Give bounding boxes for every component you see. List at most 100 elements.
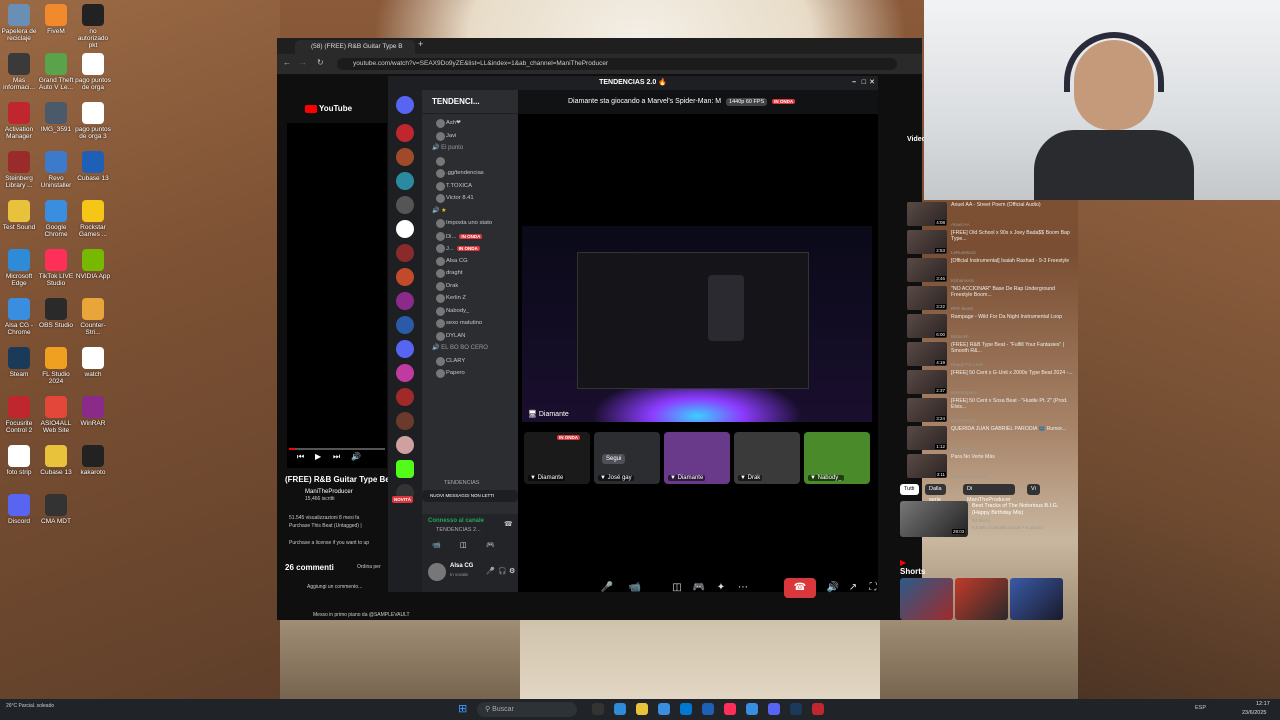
featured-video[interactable]: 28:03 Best Tracks of The Notorious B.I.G…	[900, 501, 1080, 537]
search-box[interactable]: ⚲ Buscar	[477, 702, 577, 717]
voice-user[interactable]: Drak	[422, 281, 518, 292]
explorer-icon[interactable]	[636, 703, 648, 715]
participant-tile[interactable]: ▼ Drak	[734, 432, 800, 484]
desktop-icon[interactable]: Steam	[0, 347, 38, 378]
soundboard-icon[interactable]: ✦	[714, 581, 728, 595]
forward-icon[interactable]: →	[299, 58, 307, 67]
progress-bar[interactable]	[289, 448, 385, 450]
prev-icon[interactable]: ⏮	[297, 452, 304, 462]
desktop-icon[interactable]: Cubase 13	[37, 445, 75, 476]
activity-icon[interactable]: 🎮	[692, 581, 706, 595]
desktop-icon[interactable]: Papelera de reciclaje	[0, 4, 38, 42]
discord-home-icon[interactable]	[396, 96, 414, 114]
voice-user[interactable]: Nabody_	[422, 306, 518, 317]
start-icon[interactable]: ⊞	[458, 702, 467, 715]
desktop-icon[interactable]: ASIO4ALL Web Site	[37, 396, 75, 434]
shared-screen[interactable]	[522, 226, 872, 422]
follow-button[interactable]: Segui	[602, 454, 626, 464]
desktop-icon[interactable]: foto strip	[0, 445, 38, 476]
play-icon[interactable]: ▶	[315, 452, 321, 461]
desktop-icon[interactable]: pago puntos de orga 3	[74, 102, 112, 140]
related-video[interactable]: 2:53 [FREE] Old School x 90s x Joey Bada$…	[907, 230, 1077, 256]
server-icon[interactable]	[396, 292, 414, 310]
youtube-logo[interactable]: YouTube	[305, 104, 352, 113]
related-video[interactable]: 6:00 Rampage - Wild For Da Night Instrume…	[907, 314, 1077, 340]
mic-icon[interactable]: 🎤	[486, 567, 495, 575]
server-icon[interactable]	[396, 172, 414, 190]
back-icon[interactable]: ←	[283, 58, 291, 67]
voice-user[interactable]: .gg/tendencias	[422, 168, 518, 179]
voice-user[interactable]: DYLAN	[422, 331, 518, 342]
activity-icon[interactable]: 🎮	[486, 541, 495, 549]
desktop-icon[interactable]: IMG_3591	[37, 102, 75, 133]
new-tab-icon[interactable]: +	[418, 39, 423, 49]
server-icon[interactable]	[396, 148, 414, 166]
chip-channel[interactable]: Di ManiTheProducer	[963, 484, 1015, 503]
channel-name[interactable]: ManiTheProducer	[305, 489, 353, 495]
short-thumbnail[interactable]	[1010, 578, 1063, 620]
participant-tile[interactable]: ▼ José gay Segui	[594, 432, 660, 484]
participant-tile[interactable]: ▼ Diamante IN ONDA	[524, 432, 590, 484]
voice-user[interactable]: T.TOXICA	[422, 181, 518, 192]
add-comment-input[interactable]: Aggiungi un commento...	[307, 584, 362, 590]
related-video[interactable]: 3:24 [FREE] 50 Cent x Sosa Beat - "Hustle…	[907, 398, 1077, 424]
voice-user[interactable]: Di... IN ONDA	[422, 231, 518, 242]
voice-channel[interactable]: 🔊 EL BO BO CERO	[422, 343, 518, 354]
desktop-icon[interactable]: pago puntos de orga	[74, 53, 112, 91]
voice-user[interactable]: sexo matutino	[422, 318, 518, 329]
voice-user[interactable]: Imposta uno stato	[422, 218, 518, 229]
desktop-icon[interactable]: Activation Manager	[0, 102, 38, 140]
next-icon[interactable]: ⏭	[333, 452, 340, 462]
server-icon[interactable]	[396, 220, 414, 238]
voice-user[interactable]: Kerlin Z	[422, 293, 518, 304]
server-icon[interactable]	[396, 436, 414, 454]
clock-date[interactable]: 23/6/2025	[1242, 710, 1266, 716]
desktop-icon[interactable]: TikTok LIVE Studio	[37, 249, 75, 287]
desktop-icon[interactable]: Discord	[0, 494, 38, 525]
voice-channel[interactable]: 🔊 ★	[422, 206, 518, 217]
desktop-icon[interactable]: Focusrite Control 2	[0, 396, 38, 434]
short-thumbnail[interactable]	[900, 578, 953, 620]
reload-icon[interactable]: ↻	[317, 58, 324, 67]
desktop-icon[interactable]: Microsoft Edge	[0, 249, 38, 287]
desktop-icon[interactable]: FL Studio 2024	[37, 347, 75, 385]
camera-off-icon[interactable]: 📹	[628, 581, 642, 595]
fullscreen-icon[interactable]: ⛶	[866, 581, 880, 595]
tiktok-icon[interactable]	[724, 703, 736, 715]
voice-user[interactable]: J... IN ONDA	[422, 243, 518, 254]
chip-series[interactable]: Dalla serie	[925, 484, 946, 503]
desktop-icon[interactable]: OBS Studio	[37, 298, 75, 329]
desktop-icon[interactable]: Cubase 13	[74, 151, 112, 182]
related-video[interactable]: 3:22 "NO ACCIONAR" Base De Rap Undergroun…	[907, 286, 1077, 312]
voice-user[interactable]: CLARY	[422, 356, 518, 367]
voice-user[interactable]: Ash❤	[422, 118, 518, 129]
desktop-icon[interactable]: Counter-Stri...	[74, 298, 112, 336]
related-video[interactable]: 3:11 Para No Verte Más La Mosca (Oficial)	[907, 454, 1077, 480]
participant-tile[interactable]: ▼ Nabody_	[804, 432, 870, 484]
chrome-profile-icon[interactable]	[746, 703, 758, 715]
desktop-icon[interactable]: NVIDIA App	[74, 249, 112, 280]
voice-channel-name[interactable]: TENDENCIAS 2...	[436, 527, 481, 533]
related-video[interactable]: 1:12 QUERIDA JUAN GABRIEL PARODIA 🌚 Rumor…	[907, 426, 1077, 452]
minimize-icon[interactable]: –	[852, 76, 856, 90]
gear-icon[interactable]: ⚙	[509, 567, 515, 575]
desktop-icon[interactable]: WinRAR	[74, 396, 112, 427]
server-icon[interactable]	[396, 364, 414, 382]
server-icon[interactable]	[396, 196, 414, 214]
lang-indicator[interactable]: ESP	[1195, 705, 1206, 711]
voice-user[interactable]: Victor 8.41	[422, 193, 518, 204]
camera-icon[interactable]: 📹	[432, 541, 441, 549]
server-icon[interactable]	[396, 412, 414, 430]
url-field[interactable]: youtube.com/watch?v=SEAX9Do9yZE&list=LL&…	[337, 58, 897, 70]
server-icon[interactable]	[396, 124, 414, 142]
volume-icon[interactable]: 🔊	[826, 581, 840, 595]
close-icon[interactable]: ✕	[869, 76, 875, 90]
desktop-icon[interactable]: no autorizado pkt	[74, 4, 112, 49]
desktop-icon[interactable]: watch	[74, 347, 112, 378]
short-thumbnail[interactable]	[955, 578, 1008, 620]
desktop-icon[interactable]: Alsa CG - Chrome	[0, 298, 38, 336]
kick-icon[interactable]	[396, 460, 414, 478]
server-icon[interactable]	[396, 244, 414, 262]
desktop-icon[interactable]: Rockstar Games ...	[74, 200, 112, 238]
related-video[interactable]: 4:08 Anuel AA - Street Poem (Official Aud…	[907, 202, 1077, 228]
